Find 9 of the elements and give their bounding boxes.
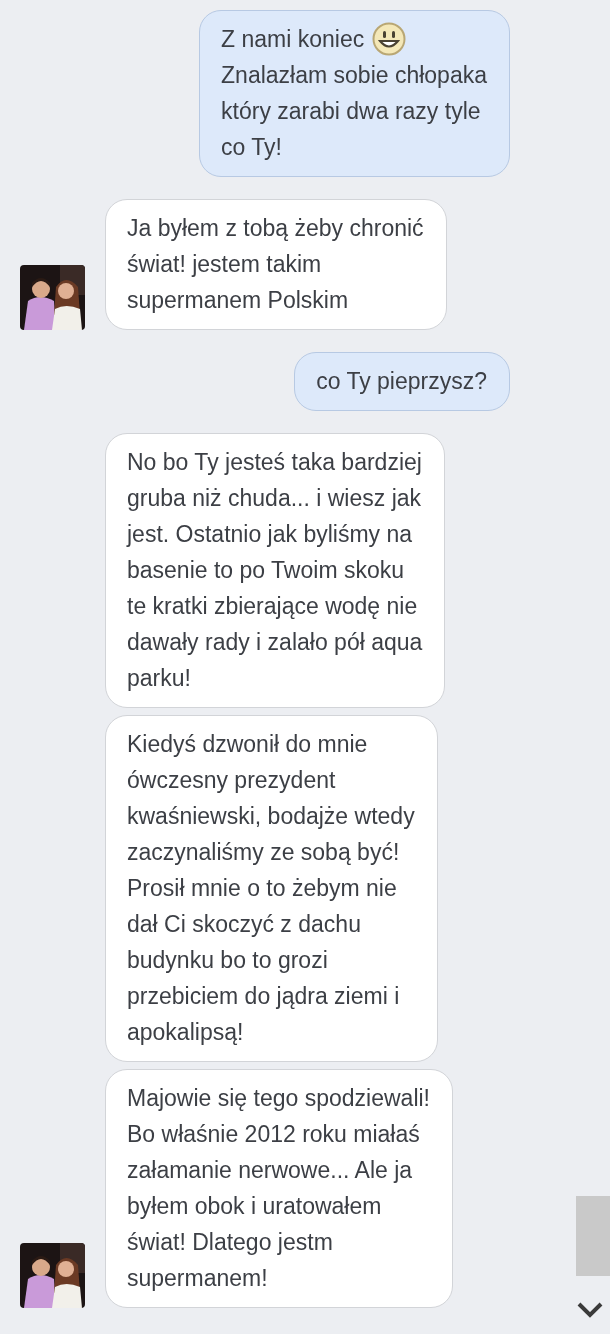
message-bubble: Majowie się tego spodziewali! Bo właśnie 2012 roku miałaś załamanie nerwowe... Ale ja byłem obok i uratowałem świat! Dlatego jestm supermanem! xyxy=(105,1069,453,1308)
scrollbar-thumb[interactable] xyxy=(576,1196,610,1276)
message-text: Z nami koniec xyxy=(221,25,365,54)
message-bubble: No bo Ty jesteś taka bardziej gruba niż chuda... i wiesz jak jest. Ostatnio jak byliśmy na basenie to po Twoim skoku te kratki zbierające wodę nie dawały rady i zalało pół aqua parku! xyxy=(105,433,446,708)
chevron-down-icon[interactable] xyxy=(577,1302,603,1318)
message-bubble: Kiedyś dzwonił do mnie ówczesny prezydent kwaśniewski, bodajże wtedy zaczynaliśmy ze sobą być! Prosił mnie o to żebym nie dał Ci skoczyć z dachu budynku bo to grozi przebiciem do jądra ziemi i apokalipsą! xyxy=(105,715,438,1062)
message-text: Znalazłam sobie chłopaka który zarabi dwa razy tyle co Ty! xyxy=(221,61,487,162)
message-bubble: Ja byłem z tobą żeby chronić świat! jestem takim supermanem Polskim xyxy=(105,199,447,330)
message-bubble: co Ty pieprzysz? xyxy=(294,352,510,411)
